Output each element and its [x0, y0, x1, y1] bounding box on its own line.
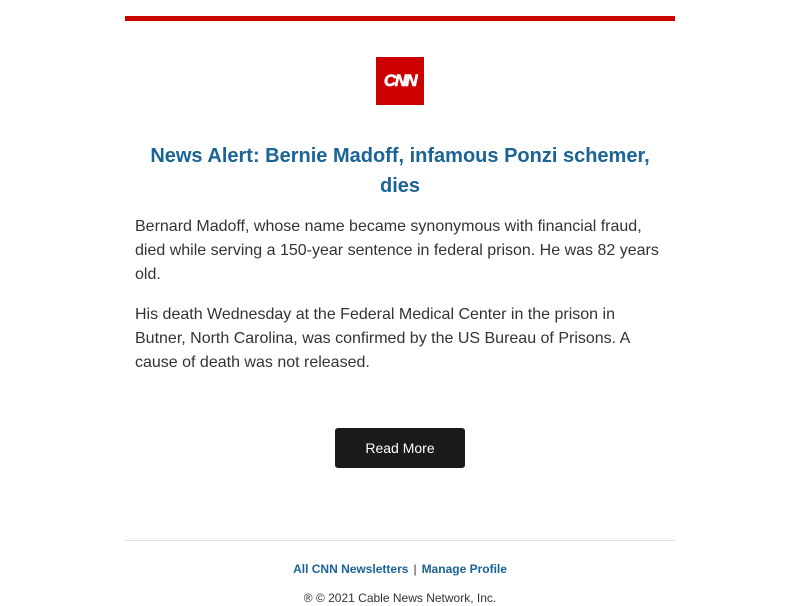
all-newsletters-link[interactable]: All CNN Newsletters — [293, 562, 408, 576]
footer-divider — [125, 540, 675, 541]
footer-separator: | — [413, 562, 417, 576]
footer-links: All CNN Newsletters | Manage Profile — [125, 561, 675, 577]
cnn-logo[interactable]: CNN — [376, 57, 424, 105]
article-paragraph-1: Bernard Madoff, whose name became synony… — [135, 218, 659, 283]
headline: News Alert: Bernie Madoff, infamous Ponz… — [150, 145, 650, 197]
manage-profile-link[interactable]: Manage Profile — [422, 562, 507, 576]
article-paragraph-2: His death Wednesday at the Federal Medic… — [135, 306, 630, 371]
logo-text: CNN — [383, 71, 418, 91]
top-accent-bar — [125, 16, 675, 21]
copyright-text: ® © 2021 Cable News Network, Inc. — [303, 591, 497, 605]
read-more-button[interactable]: Read More — [335, 428, 465, 468]
